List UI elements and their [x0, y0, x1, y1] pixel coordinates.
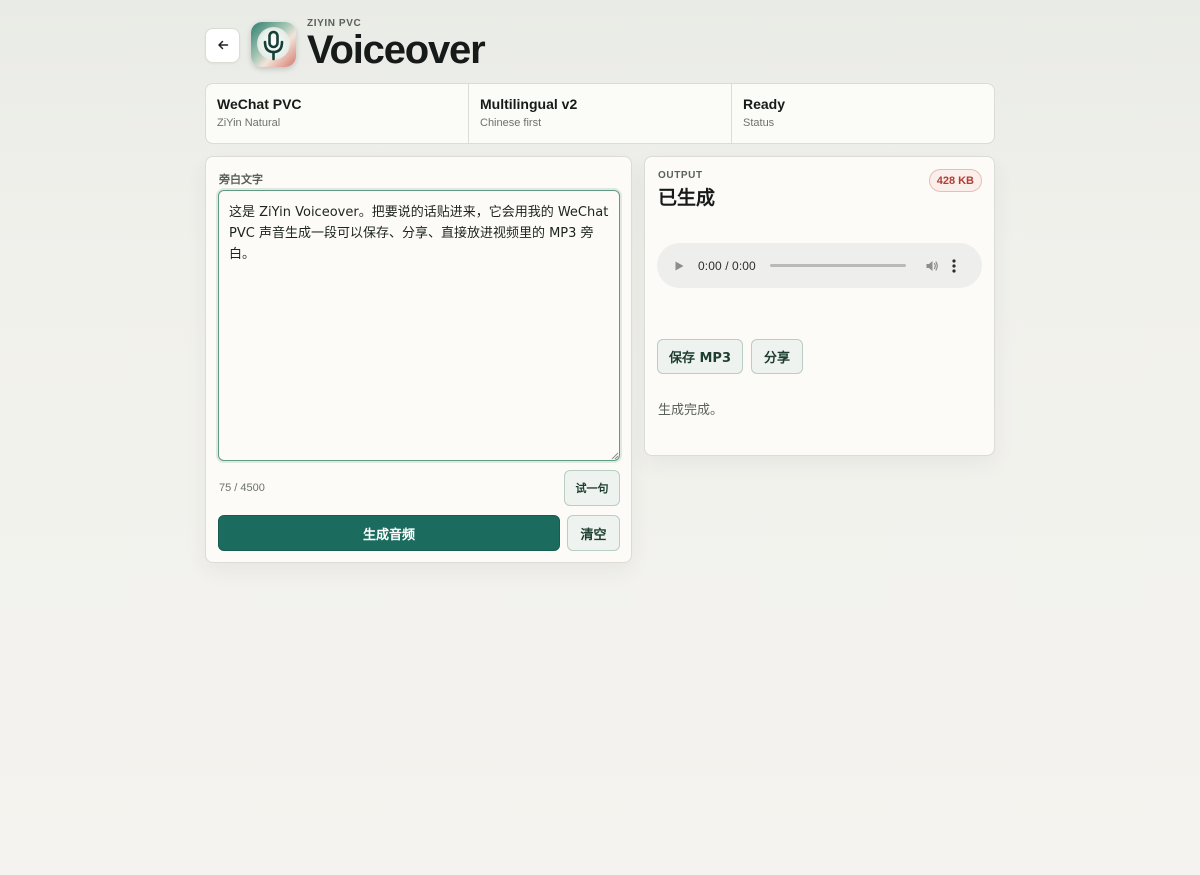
title-block: ZIYIN PVC Voiceover	[307, 18, 486, 72]
output-eyebrow: OUTPUT	[658, 170, 703, 181]
stat-voice: WeChat PVC ZiYin Natural	[206, 84, 469, 143]
clear-button[interactable]: 清空	[567, 515, 620, 551]
stat-model: Multilingual v2 Chinese first	[469, 84, 732, 143]
stat-status: Ready Status	[732, 84, 994, 143]
file-size-badge: 428 KB	[928, 169, 982, 192]
audio-progress-track[interactable]	[769, 264, 906, 267]
volume-icon[interactable]	[925, 259, 939, 273]
stat-status-value: Ready	[743, 96, 786, 112]
stat-model-value: Multilingual v2	[480, 96, 578, 112]
app-logo	[251, 21, 296, 67]
try-sentence-button[interactable]: 试一句	[564, 470, 620, 506]
stats-bar: WeChat PVC ZiYin Natural Multilingual v2…	[205, 83, 995, 144]
status-message: 生成完成。	[658, 403, 724, 418]
app-title: Voiceover	[307, 28, 486, 72]
save-mp3-button[interactable]: 保存 MP3	[657, 339, 743, 374]
arrow-left-icon	[217, 40, 228, 50]
stat-voice-sub: ZiYin Natural	[217, 117, 281, 129]
share-button[interactable]: 分享	[751, 339, 803, 374]
play-icon[interactable]	[673, 260, 685, 272]
resize-grip-icon[interactable]	[609, 450, 619, 460]
generate-audio-button[interactable]: 生成音频	[218, 515, 560, 551]
char-count: 75 / 4500	[219, 482, 265, 494]
page: ZIYIN PVC Voiceover WeChat PVC ZiYin Nat…	[0, 0, 1200, 875]
stat-voice-value: WeChat PVC	[217, 96, 302, 112]
output-card: OUTPUT 已生成 428 KB 0:00 / 0:00 保存 MP3 分享 …	[644, 156, 995, 456]
header: ZIYIN PVC Voiceover	[205, 16, 486, 72]
audio-player[interactable]: 0:00 / 0:00	[657, 243, 982, 288]
back-button[interactable]	[205, 27, 240, 63]
stat-status-sub: Status	[743, 117, 775, 129]
narration-textarea[interactable]: 这是 ZiYin Voiceover。把要说的话贴进来，它会用我的 WeChat…	[218, 190, 620, 461]
stat-model-sub: Chinese first	[480, 117, 542, 129]
audio-time: 0:00 / 0:00	[698, 258, 756, 273]
microphone-icon	[263, 30, 284, 60]
input-card: 旁白文字 这是 ZiYin Voiceover。把要说的话贴进来，它会用我的 W…	[205, 156, 632, 563]
output-title: 已生成	[658, 187, 716, 209]
narration-label: 旁白文字	[219, 174, 263, 186]
more-vertical-icon[interactable]	[952, 258, 956, 273]
